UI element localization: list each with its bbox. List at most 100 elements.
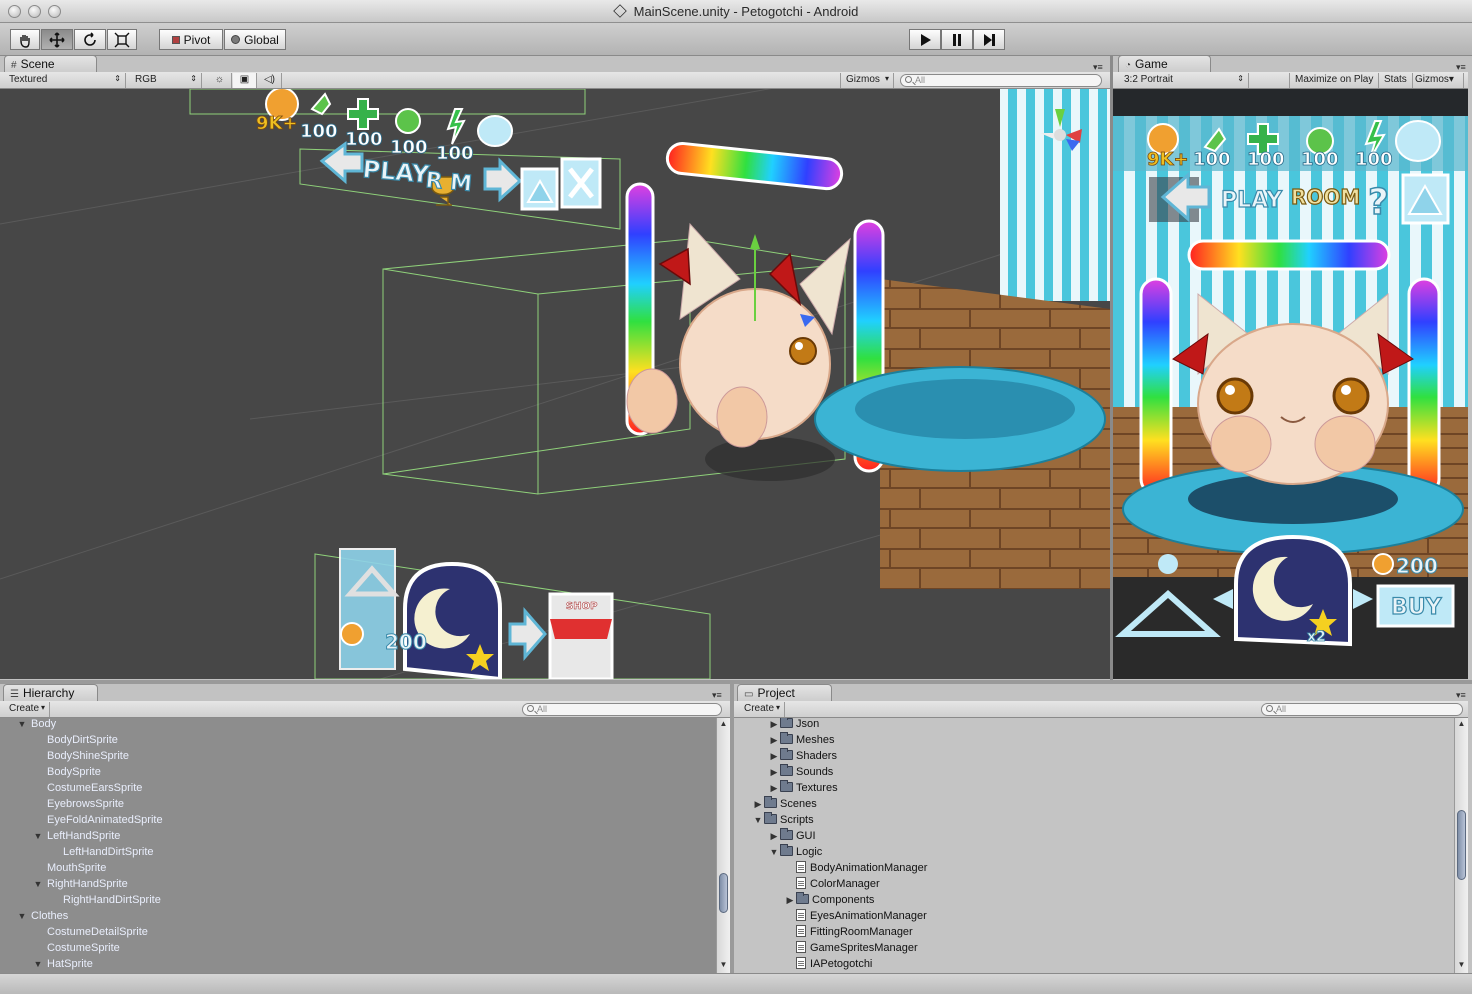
project-item[interactable]: BodyAnimationManager bbox=[734, 860, 1454, 876]
gizmos-dropdown[interactable]: Gizmos ▾ bbox=[840, 73, 894, 88]
expand-triangle-icon[interactable]: ▶ bbox=[784, 892, 796, 908]
hierarchy-create-dropdown[interactable]: Create ▾ bbox=[4, 702, 50, 717]
project-item[interactable]: ▶ Textures bbox=[734, 780, 1454, 796]
pause-button[interactable] bbox=[941, 29, 973, 50]
game-canvas[interactable]: 9K+ 100 100 100 100 PLAY ROOM ? 200 BUY … bbox=[1113, 89, 1468, 679]
hierarchy-item[interactable]: CostumeEarsSprite bbox=[0, 780, 716, 796]
hierarchy-item[interactable]: BodyDirtSprite bbox=[0, 732, 716, 748]
gizmo-y-axis-icon[interactable] bbox=[750, 234, 760, 249]
project-create-dropdown[interactable]: Create ▾ bbox=[739, 702, 785, 717]
hierarchy-item[interactable]: EyeFoldAnimatedSprite bbox=[0, 812, 716, 828]
project-item[interactable]: ▶ Meshes bbox=[734, 732, 1454, 748]
project-item[interactable]: ▶ Components bbox=[734, 892, 1454, 908]
move-tool-button[interactable] bbox=[41, 29, 73, 50]
hierarchy-scroll-thumb[interactable] bbox=[719, 873, 728, 913]
aspect-dropdown[interactable]: 3:2 Portrait ⇕ bbox=[1119, 73, 1249, 88]
hierarchy-pane-menu-icon[interactable]: ▾≡ bbox=[712, 690, 722, 701]
expand-triangle-icon[interactable]: ▼ bbox=[16, 908, 28, 924]
maximize-on-play-toggle[interactable]: Maximize on Play bbox=[1289, 73, 1380, 88]
project-item[interactable]: ▼ Scripts bbox=[734, 812, 1454, 828]
tab-scene[interactable]: # Scene bbox=[4, 55, 97, 72]
expand-triangle-icon[interactable]: ▶ bbox=[768, 764, 780, 780]
hierarchy-item[interactable]: CostumeSprite bbox=[0, 940, 716, 956]
game-help-button[interactable]: ? bbox=[1367, 181, 1389, 224]
project-item[interactable]: FittingRoomManager bbox=[734, 924, 1454, 940]
game-room-button[interactable]: ROOM bbox=[1290, 184, 1361, 209]
project-item[interactable]: ▶ Shaders bbox=[734, 748, 1454, 764]
hierarchy-item[interactable]: LeftHandDirtSprite bbox=[0, 844, 716, 860]
scene-lighting-toggle[interactable]: ☼ bbox=[208, 73, 232, 88]
scene-canvas[interactable]: 9K+ 100 100 100 100 PLAY R M 200 SHOP bbox=[0, 89, 1110, 679]
hierarchy-item[interactable]: ▼ LeftHandSprite bbox=[0, 828, 716, 844]
tab-project[interactable]: ▭ Project bbox=[737, 684, 832, 701]
hierarchy-item[interactable]: BodySprite bbox=[0, 764, 716, 780]
game-viewport[interactable]: 9K+ 100 100 100 100 PLAY ROOM ? 200 BUY … bbox=[1113, 89, 1468, 679]
expand-triangle-icon[interactable]: ▼ bbox=[32, 956, 44, 972]
hierarchy-item[interactable]: ▼ HatSprite bbox=[0, 956, 716, 972]
hierarchy-item[interactable]: ▼ Body bbox=[0, 718, 716, 732]
tab-hierarchy[interactable]: ☰ Hierarchy bbox=[3, 684, 98, 701]
scale-tool-button[interactable] bbox=[107, 29, 137, 50]
project-pane-menu-icon[interactable]: ▾≡ bbox=[1456, 690, 1466, 701]
stats-toggle[interactable]: Stats bbox=[1379, 73, 1413, 88]
vertical-splitter[interactable] bbox=[1110, 55, 1113, 680]
scene-image-toggle[interactable]: ▣ bbox=[233, 73, 257, 88]
render-mode-dropdown[interactable]: Textured ⇕ bbox=[4, 73, 126, 88]
hierarchy-item[interactable]: ▼ Clothes bbox=[0, 908, 716, 924]
expand-triangle-icon[interactable]: ▶ bbox=[752, 796, 764, 812]
project-scroll-thumb[interactable] bbox=[1457, 810, 1466, 880]
project-scrollbar[interactable]: ▲ ▼ bbox=[1454, 718, 1468, 973]
game-left-color-bar[interactable] bbox=[1139, 277, 1173, 496]
project-item[interactable]: ▶ Json bbox=[734, 718, 1454, 732]
project-item[interactable]: EyesAnimationManager bbox=[734, 908, 1454, 924]
expand-triangle-icon[interactable]: ▶ bbox=[768, 828, 780, 844]
scroll-up-icon[interactable]: ▲ bbox=[1455, 719, 1468, 731]
project-item[interactable]: IAPetogotchi bbox=[734, 956, 1454, 972]
hierarchy-item[interactable]: CostumeDetailSprite bbox=[0, 924, 716, 940]
expand-triangle-icon[interactable]: ▶ bbox=[768, 780, 780, 796]
hierarchy-list[interactable]: ▼ Body BodyDirtSprite BodyShineSprite BodySp… bbox=[0, 718, 716, 973]
gizmo-center-icon[interactable] bbox=[1054, 129, 1066, 141]
project-item[interactable]: ▶ Scenes bbox=[734, 796, 1454, 812]
scene-search-input[interactable]: All bbox=[900, 74, 1102, 87]
game-play-button[interactable]: PLAY bbox=[1220, 187, 1283, 213]
hierarchy-item[interactable]: EyebrowsSprite bbox=[0, 796, 716, 812]
game-right-color-bar[interactable] bbox=[1407, 277, 1441, 496]
hierarchy-item[interactable]: RightHandDirtSprite bbox=[0, 892, 716, 908]
scene-audio-toggle[interactable]: ◁) bbox=[258, 73, 282, 88]
scroll-down-icon[interactable]: ▼ bbox=[717, 960, 730, 972]
project-item[interactable]: ▶ GUI bbox=[734, 828, 1454, 844]
hierarchy-scrollbar[interactable]: ▲ ▼ bbox=[716, 718, 730, 973]
game-buy-label[interactable]: BUY bbox=[1390, 594, 1443, 620]
scroll-down-icon[interactable]: ▼ bbox=[1455, 960, 1468, 972]
project-search-input[interactable]: All bbox=[1261, 703, 1463, 716]
global-toggle-button[interactable]: Global bbox=[224, 29, 286, 50]
project-item[interactable]: ▶ Sounds bbox=[734, 764, 1454, 780]
pet-character[interactable] bbox=[626, 222, 851, 481]
hierarchy-search-input[interactable]: All bbox=[522, 703, 722, 716]
expand-triangle-icon[interactable]: ▶ bbox=[768, 732, 780, 748]
rotate-tool-button[interactable] bbox=[74, 29, 106, 50]
project-item[interactable]: ▼ Logic bbox=[734, 844, 1454, 860]
game-gizmos-dropdown[interactable]: Gizmos▾ bbox=[1410, 73, 1464, 88]
expand-triangle-icon[interactable]: ▶ bbox=[768, 718, 780, 732]
scene-viewport[interactable]: 9K+ 100 100 100 100 PLAY R M 200 SHOP bbox=[0, 89, 1110, 679]
hierarchy-item[interactable]: BodyShineSprite bbox=[0, 748, 716, 764]
pivot-toggle-button[interactable]: Pivot bbox=[159, 29, 223, 50]
collapse-triangle-icon[interactable]: ▼ bbox=[752, 812, 764, 828]
project-item[interactable]: ColorManager bbox=[734, 876, 1454, 892]
tab-game[interactable]: ◔ Game bbox=[1118, 55, 1211, 72]
color-mode-dropdown[interactable]: RGB ⇕ bbox=[130, 73, 202, 88]
scroll-up-icon[interactable]: ▲ bbox=[717, 719, 730, 731]
hierarchy-item[interactable]: ▼ RightHandSprite bbox=[0, 876, 716, 892]
horizontal-splitter[interactable] bbox=[0, 680, 1472, 684]
expand-triangle-icon[interactable]: ▼ bbox=[32, 876, 44, 892]
play-button[interactable] bbox=[909, 29, 941, 50]
expand-triangle-icon[interactable]: ▶ bbox=[768, 748, 780, 764]
project-item[interactable]: GameSpritesManager bbox=[734, 940, 1454, 956]
hierarchy-item[interactable]: MouthSprite bbox=[0, 860, 716, 876]
collapse-triangle-icon[interactable]: ▼ bbox=[768, 844, 780, 860]
hand-tool-button[interactable] bbox=[10, 29, 40, 50]
step-button[interactable] bbox=[973, 29, 1005, 50]
project-list[interactable]: ▶ Json ▶ Meshes ▶ Shaders ▶ Sounds ▶ Textures ▶ Sce… bbox=[734, 718, 1454, 973]
